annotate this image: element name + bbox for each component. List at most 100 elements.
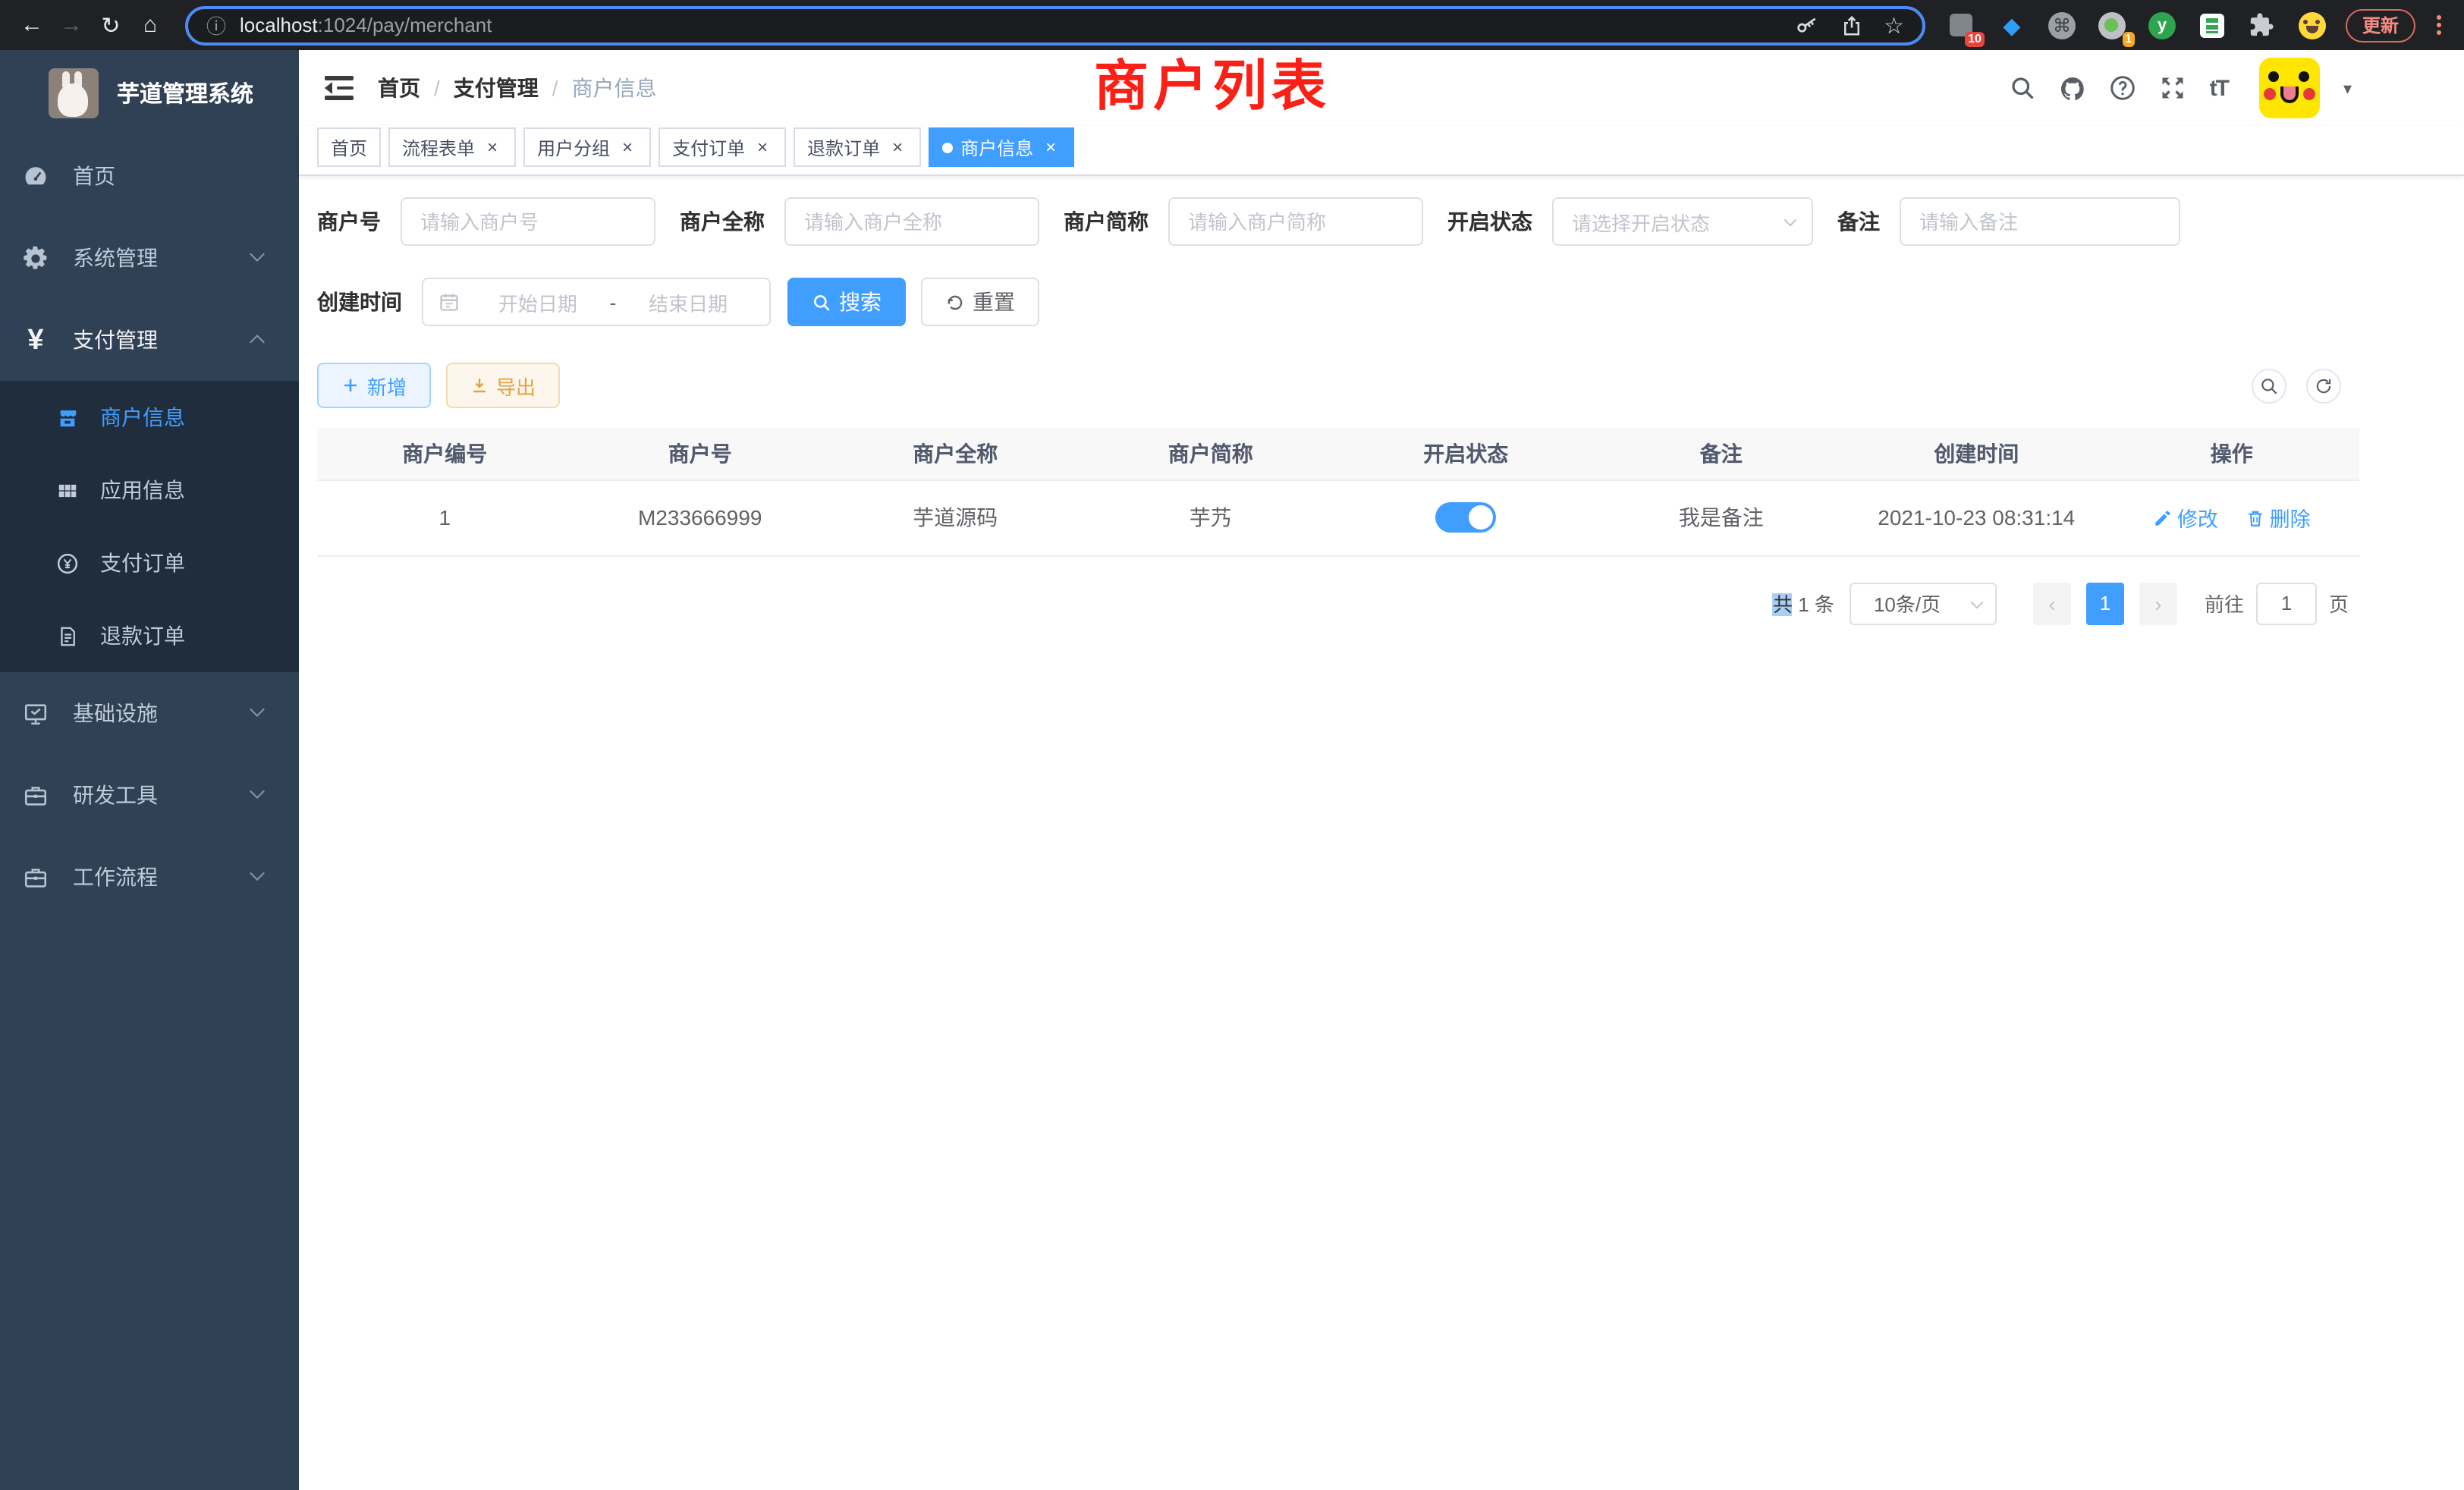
close-icon[interactable]: × [482, 137, 502, 157]
breadcrumb-payment[interactable]: 支付管理 [454, 73, 539, 103]
puzzle-extensions-icon[interactable] [2247, 10, 2277, 40]
tab-pay-orders[interactable]: 支付订单× [658, 127, 786, 167]
tab-home[interactable]: 首页 [317, 127, 381, 167]
chevron-down-icon [250, 866, 265, 881]
app-logo: 芋道管理系统 [0, 50, 299, 135]
page-size-select[interactable]: 10条/页 [1850, 582, 1997, 624]
close-icon[interactable]: × [753, 137, 772, 157]
tab-user-group[interactable]: 用户分组× [523, 127, 651, 167]
sidebar: 芋道管理系统 首页 系统管理 ¥ 支付管理 [0, 50, 299, 1490]
remark-input[interactable] [1900, 197, 2180, 246]
github-icon[interactable] [2060, 74, 2087, 102]
sidebar-item-label: 应用信息 [100, 475, 185, 505]
tab-refund-orders[interactable]: 退款订单 × [794, 127, 921, 167]
tab-merchant-info[interactable]: 商户信息× [929, 127, 1074, 167]
search-icon[interactable] [2010, 74, 2037, 102]
breadcrumb-home[interactable]: 首页 [378, 73, 420, 103]
goto-page-input[interactable] [2256, 582, 2317, 624]
help-icon[interactable] [2110, 74, 2137, 102]
doc-extension-icon[interactable] [2197, 10, 2227, 40]
font-size-icon[interactable]: tT [2210, 75, 2228, 101]
tags-view-bar: 首页 流程表单× 用户分组× 支付订单× 退款订单 × 商户信息× [299, 126, 2464, 176]
user-avatar[interactable] [2260, 58, 2321, 118]
remark-label: 备注 [1837, 206, 1880, 237]
close-icon[interactable]: × [1041, 137, 1061, 157]
cell-remark: 我是备注 [1594, 479, 1850, 555]
sidebar-item-workflow[interactable]: 工作流程 [0, 836, 299, 918]
back-icon[interactable]: ← [12, 12, 52, 38]
close-icon[interactable]: × [618, 137, 637, 157]
site-info-icon[interactable]: ⓘ [206, 11, 226, 39]
browser-update-button[interactable]: 更新 [2346, 8, 2415, 42]
sidebar-item-system[interactable]: 系统管理 [0, 217, 299, 299]
sidebar-item-infrastructure[interactable]: 基础设施 [0, 672, 299, 754]
tray-circle-icon [2098, 11, 2126, 39]
sidebar-item-app-info[interactable]: 应用信息 [0, 454, 299, 527]
add-button[interactable]: 新增 [317, 363, 431, 408]
edit-link[interactable]: 修改 [2153, 502, 2218, 533]
fullscreen-icon[interactable] [2160, 74, 2187, 102]
export-button[interactable]: 导出 [446, 363, 560, 408]
bookmark-star-icon[interactable]: ☆ [1884, 11, 1904, 39]
delete-link-label: 删除 [2270, 502, 2311, 533]
address-bar[interactable]: ⓘ localhost:1024/pay/merchant ☆ [185, 5, 1925, 45]
avatar-caret-icon[interactable]: ▾ [2343, 78, 2352, 98]
chevron-down-icon [250, 247, 265, 262]
short-name-input[interactable] [1168, 197, 1423, 246]
sidebar-item-pay-orders[interactable]: 支付订单 [0, 527, 299, 599]
browser-chrome: ← → ↻ ⌂ ⓘ localhost:1024/pay/merchant ☆ … [0, 0, 2464, 50]
chevron-down-icon [1784, 214, 1797, 227]
sidebar-item-payment[interactable]: ¥ 支付管理 [0, 299, 299, 381]
search-button[interactable]: 搜索 [787, 278, 906, 326]
briefcase-icon [23, 864, 49, 890]
tab-process-form[interactable]: 流程表单× [388, 127, 516, 167]
url-path: :1024/pay/merchant [318, 14, 492, 36]
pagination: 共 1 条 10条/页 ‹ 1 › 前往 页 [317, 582, 2359, 624]
url-text[interactable]: localhost:1024/pay/merchant [240, 14, 1773, 36]
status-select[interactable]: 请选择开启状态 [1552, 197, 1813, 246]
share-icon[interactable] [1840, 13, 1862, 37]
tab-label: 退款订单 [807, 134, 880, 160]
chevron-down-icon [1970, 596, 1983, 608]
gear-icon [23, 245, 49, 271]
sidebar-item-refund-orders[interactable]: 退款订单 [0, 599, 299, 672]
col-actions: 操作 [2104, 428, 2360, 479]
show-search-icon[interactable] [2252, 368, 2286, 403]
command-extension-icon[interactable]: ⌘ [2047, 10, 2077, 40]
refresh-icon[interactable] [2306, 368, 2341, 403]
next-page-button[interactable]: › [2139, 582, 2177, 624]
red-annotation-title: 商户列表 [1094, 53, 1331, 120]
logo-rabbit-avatar [49, 68, 99, 118]
active-dot [942, 142, 953, 152]
sidebar-fold-icon[interactable] [325, 76, 354, 100]
reload-icon[interactable]: ↻ [91, 11, 130, 39]
page-number-1[interactable]: 1 [2086, 582, 2124, 624]
sidebar-item-home[interactable]: 首页 [0, 135, 299, 217]
full-name-input[interactable] [784, 197, 1039, 246]
status-toggle[interactable] [1435, 502, 1496, 533]
sidebar-item-dev-tools[interactable]: 研发工具 [0, 754, 299, 836]
header-actions: tT ▾ [2010, 58, 2352, 118]
y-extension-icon[interactable]: y [2147, 10, 2177, 40]
browser-menu-icon[interactable] [2428, 15, 2449, 35]
prev-page-button[interactable]: ‹ [2033, 582, 2071, 624]
tray-extension-icon[interactable]: 1 [2097, 10, 2127, 40]
sidekick-extension-icon[interactable]: 10 [1947, 10, 1977, 40]
sidebar-item-merchant-info[interactable]: 商户信息 [0, 381, 299, 454]
yen-icon: ¥ [23, 327, 49, 353]
create-time-range-picker[interactable]: 开始日期 - 结束日期 [422, 278, 771, 326]
merchant-no-input[interactable] [401, 197, 655, 246]
gem-extension-icon[interactable]: ◆ [1997, 10, 2027, 40]
sidebar-item-label: 研发工具 [73, 780, 158, 810]
delete-link[interactable]: 删除 [2246, 502, 2311, 533]
reset-button[interactable]: 重置 [921, 278, 1039, 326]
cell-status [1338, 479, 1594, 555]
extensions-area: 10 ◆ ⌘ 1 y [1947, 10, 2327, 40]
forward-icon[interactable]: → [52, 12, 91, 38]
home-icon[interactable]: ⌂ [130, 12, 170, 38]
password-key-icon[interactable] [1794, 13, 1818, 37]
cell-merchant-no: M233666999 [573, 479, 828, 555]
merchant-list-page: 商户号 商户全称 商户简称 开启状态 请选择开启状态 备注 创建时间 [299, 176, 2359, 624]
profile-avatar-icon[interactable] [2297, 10, 2327, 40]
close-icon[interactable]: × [888, 137, 907, 157]
